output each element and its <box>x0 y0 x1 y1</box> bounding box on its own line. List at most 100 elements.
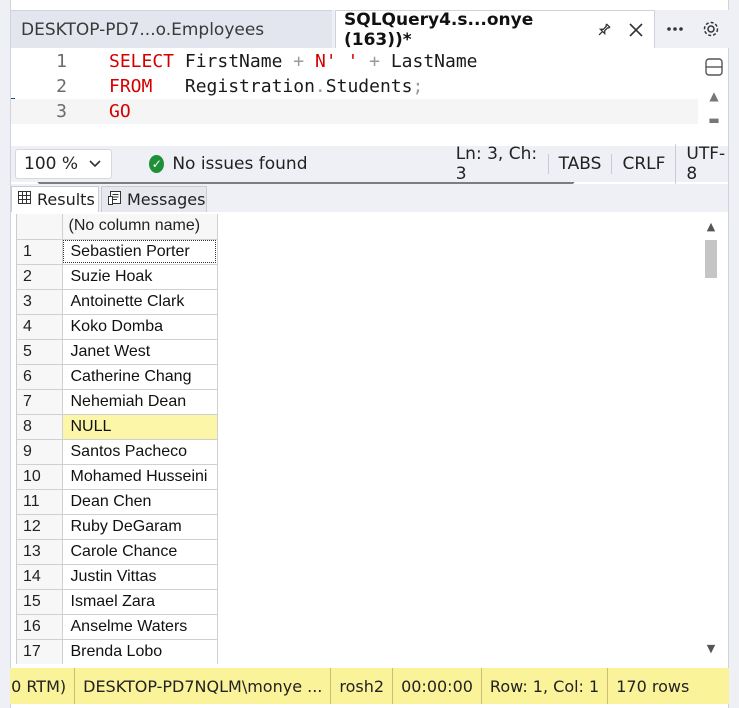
table-row[interactable]: 5 Janet West <box>17 339 218 365</box>
table-row[interactable]: 13 Carole Chance <box>17 539 218 565</box>
table-cell[interactable]: NULL <box>62 414 218 440</box>
line-number: 2 <box>56 76 67 97</box>
tab-results[interactable]: Results <box>11 186 99 212</box>
query-status-bar: .0 RTM) DESKTOP-PD7NQLM\monye ... rosh2 … <box>10 668 729 704</box>
table-row[interactable]: 3 Antoinette Clark <box>17 289 218 315</box>
table-row[interactable]: 1 Sebastien Porter <box>17 239 218 265</box>
row-number[interactable]: 13 <box>17 539 63 565</box>
code-text: FirstName + N' ' + LastName <box>174 51 478 72</box>
row-number[interactable]: 10 <box>17 464 63 490</box>
document-tab-bar: DESKTOP-PD7...o.Employees SQLQuery4.s...… <box>10 9 729 50</box>
table-cell[interactable]: Dean Chen <box>62 489 218 515</box>
column-header[interactable]: (No column name) <box>62 214 218 240</box>
row-number[interactable]: 1 <box>17 239 63 265</box>
table-row[interactable]: 8 NULL <box>17 414 218 440</box>
table-row[interactable]: 4 Koko Domba <box>17 314 218 340</box>
table-cell[interactable]: Koko Domba <box>62 314 218 340</box>
close-icon[interactable] <box>622 16 650 44</box>
row-number[interactable]: 2 <box>17 264 63 290</box>
scroll-up-arrow-icon[interactable]: ▲ <box>703 220 719 233</box>
row-number[interactable]: 15 <box>17 589 63 615</box>
table-row[interactable]: 9 Santos Pacheco <box>17 439 218 465</box>
table-cell[interactable]: Anselme Waters <box>62 614 218 640</box>
gear-icon[interactable] <box>696 10 726 48</box>
table-row[interactable]: 11 Dean Chen <box>17 489 218 515</box>
row-number[interactable]: 12 <box>17 514 63 540</box>
table-row[interactable]: 10 Mohamed Husseini <box>17 464 218 490</box>
sql-editor[interactable]: 1 SELECT FirstName + N' ' + LastName 2 F… <box>11 48 698 185</box>
zoom-select[interactable]: 100 % <box>15 149 113 179</box>
grid-vertical-scrollbar[interactable]: ▲ ▼ <box>703 214 719 664</box>
indent-mode[interactable]: TABS <box>547 154 612 174</box>
table-row[interactable]: 12 Ruby DeGaram <box>17 514 218 540</box>
table-cell[interactable]: Ismael Zara <box>62 589 218 615</box>
database-name: rosh2 <box>331 668 394 704</box>
row-number[interactable]: 4 <box>17 314 63 340</box>
elapsed-time: 00:00:00 <box>393 668 482 704</box>
editor-status-row: 100 % ✓ No issues found Ln: 3, Ch: 3 TAB… <box>11 144 728 184</box>
row-col-position: Row: 1, Col: 1 <box>482 668 609 704</box>
table-row[interactable]: 16 Anselme Waters <box>17 614 218 640</box>
row-number[interactable]: 9 <box>17 439 63 465</box>
table-cell[interactable]: Justin Vittas <box>62 564 218 590</box>
tab-sqlquery4[interactable]: SQLQuery4.s...onye (163))* <box>335 9 655 50</box>
row-number[interactable]: 5 <box>17 339 63 365</box>
row-number[interactable]: 8 <box>17 414 63 440</box>
row-number[interactable]: 3 <box>17 289 63 315</box>
row-number[interactable]: 17 <box>17 639 63 664</box>
tab-messages-label: Messages <box>127 190 206 209</box>
split-icon[interactable] <box>700 52 728 82</box>
table-row[interactable]: 7 Nehemiah Dean <box>17 389 218 415</box>
table-cell[interactable]: Mohamed Husseini <box>62 464 218 490</box>
grid-icon <box>18 191 31 208</box>
messages-icon <box>108 190 121 209</box>
tab-employees[interactable]: DESKTOP-PD7...o.Employees <box>10 10 332 48</box>
table-row[interactable]: 15 Ismael Zara <box>17 589 218 615</box>
zoom-value: 100 % <box>24 154 79 174</box>
check-icon: ✓ <box>149 155 165 173</box>
table-row[interactable]: 6 Catherine Chang <box>17 364 218 390</box>
table-cell[interactable]: Carole Chance <box>62 539 218 565</box>
line-number: 1 <box>56 51 67 72</box>
line-ending[interactable]: CRLF <box>611 154 675 174</box>
row-number[interactable]: 11 <box>17 489 63 515</box>
table-row[interactable]: 14 Justin Vittas <box>17 564 218 590</box>
result-tab-bar: Results Messages <box>11 184 728 212</box>
server-version: .0 RTM) <box>10 668 76 704</box>
table-cell[interactable]: Santos Pacheco <box>62 439 218 465</box>
chevron-down-icon <box>89 160 101 168</box>
table-cell[interactable]: Brenda Lobo <box>62 639 218 664</box>
more-icon[interactable] <box>660 10 690 48</box>
scroll-down-arrow-icon[interactable]: ▼ <box>703 642 719 655</box>
table-cell[interactable]: Sebastien Porter <box>62 239 218 265</box>
table-row[interactable]: 17 Brenda Lobo <box>17 639 218 664</box>
table-cell[interactable]: Suzie Hoak <box>62 264 218 290</box>
row-number[interactable]: 6 <box>17 364 63 390</box>
cursor-position[interactable]: Ln: 3, Ch: 3 <box>446 144 548 184</box>
grid-scroll-thumb[interactable] <box>705 240 717 278</box>
pin-icon[interactable] <box>590 16 618 44</box>
row-number[interactable]: 16 <box>17 614 63 640</box>
row-number[interactable]: 7 <box>17 389 63 415</box>
table-cell[interactable]: Nehemiah Dean <box>62 389 218 415</box>
editor-vertical-scrollbar[interactable]: ▲ ▬ <box>700 48 728 144</box>
tab-employees-label: DESKTOP-PD7...o.Employees <box>21 19 265 40</box>
table-row[interactable]: 2 Suzie Hoak <box>17 264 218 290</box>
table-cell[interactable]: Ruby DeGaram <box>62 514 218 540</box>
code-line: 2 FROM Registration.Students; <box>11 74 423 99</box>
table-cell[interactable]: Antoinette Clark <box>62 289 218 315</box>
table-cell[interactable]: Catherine Chang <box>62 364 218 390</box>
scroll-thumb[interactable]: ▬ <box>700 110 728 130</box>
scroll-up-arrow-icon[interactable]: ▲ <box>700 86 728 106</box>
encoding[interactable]: UTF-8 <box>675 144 728 184</box>
table-cell[interactable]: Janet West <box>62 339 218 365</box>
keyword: SELECT <box>109 51 175 72</box>
tab-sqlquery4-label: SQLQuery4.s...onye (163))* <box>344 9 534 50</box>
grid-corner[interactable] <box>17 214 63 240</box>
results-grid[interactable]: (No column name) 1 Sebastien Porter 2 Suzie… <box>16 214 702 664</box>
keyword: FROM <box>109 76 153 97</box>
tab-messages[interactable]: Messages <box>101 186 207 212</box>
row-number[interactable]: 14 <box>17 564 63 590</box>
issues-status[interactable]: No issues found <box>172 154 321 174</box>
tab-results-label: Results <box>37 190 95 209</box>
